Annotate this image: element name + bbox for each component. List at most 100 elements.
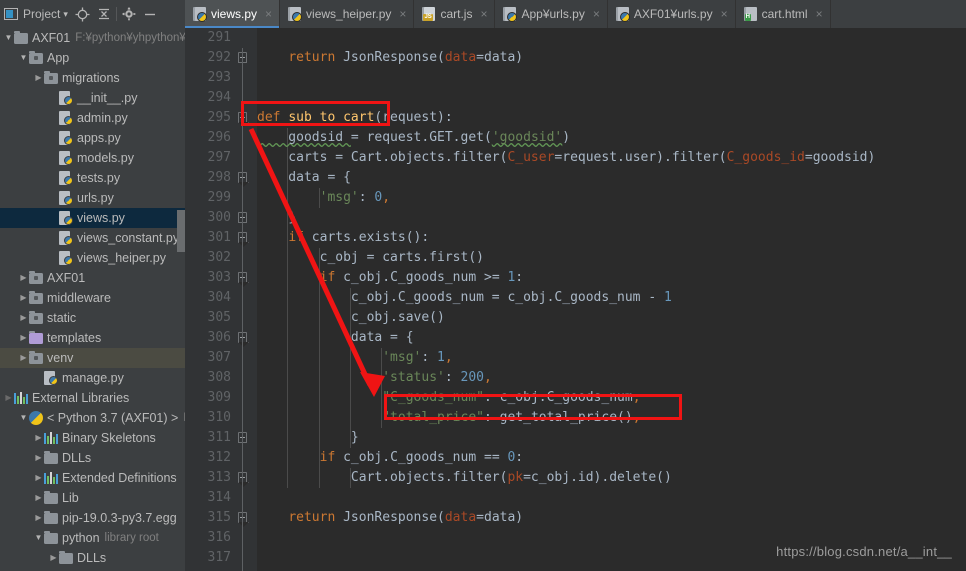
code-line[interactable]: 311 } bbox=[208, 428, 966, 448]
chevron-down-icon[interactable]: ▼ bbox=[18, 54, 29, 62]
chevron-right-icon[interactable]: ▶ bbox=[33, 474, 44, 482]
code-line[interactable]: 310 "total_price": get_total_price(), bbox=[208, 408, 966, 428]
tree-item-dlls[interactable]: ▶ DLLs bbox=[0, 548, 185, 568]
tree-item--python-3-7-axf01-[interactable]: ▼< Python 3.7 (AXF01) >F:¥ bbox=[0, 408, 185, 428]
collapse-all-icon[interactable] bbox=[97, 7, 111, 21]
tree-item-external-libraries[interactable]: ▶ External Libraries bbox=[0, 388, 185, 408]
tree-item-admin-py[interactable]: admin.py bbox=[0, 108, 185, 128]
tree-item-urls-py[interactable]: urls.py bbox=[0, 188, 185, 208]
chevron-down-icon[interactable]: ▼ bbox=[18, 414, 29, 422]
locate-target-icon[interactable] bbox=[75, 7, 90, 22]
code-line[interactable]: 295 def sub_to_cart(request): bbox=[208, 108, 966, 128]
tree-item-middleware[interactable]: ▶ middleware bbox=[0, 288, 185, 308]
tree-item-axf01[interactable]: ▼ AXF01 F:¥python¥yhpython¥ bbox=[0, 28, 185, 48]
hide-panel-icon[interactable] bbox=[143, 7, 157, 21]
tree-item-manage-py[interactable]: manage.py bbox=[0, 368, 185, 388]
chevron-right-icon[interactable]: ▶ bbox=[33, 494, 44, 502]
chevron-right-icon[interactable]: ▶ bbox=[18, 354, 29, 362]
tree-item-tests-py[interactable]: tests.py bbox=[0, 168, 185, 188]
tree-item-label: Binary Skeletons bbox=[62, 431, 156, 445]
close-icon[interactable]: × bbox=[816, 8, 823, 20]
tree-item-label: static bbox=[47, 311, 77, 325]
code-line[interactable]: 301 if carts.exists(): bbox=[208, 228, 966, 248]
code-line[interactable]: 293 bbox=[208, 68, 966, 88]
code-line[interactable]: 309 "C_goods_num": c_obj.C_goods_num, bbox=[208, 388, 966, 408]
chevron-right-icon[interactable]: ▶ bbox=[48, 554, 59, 562]
chevron-down-icon[interactable]: ▼ bbox=[3, 34, 14, 42]
chevron-right-icon[interactable]: ▶ bbox=[33, 434, 44, 442]
tree-item-views-heiper-py[interactable]: views_heiper.py bbox=[0, 248, 185, 268]
tree-item-static[interactable]: ▶ static bbox=[0, 308, 185, 328]
code-line[interactable]: 299 'msg': 0, bbox=[208, 188, 966, 208]
code-line[interactable]: 291 bbox=[208, 28, 966, 48]
code-line[interactable]: 305 c_obj.save() bbox=[208, 308, 966, 328]
editor-tab-views-heiper-py[interactable]: views_heiper.py × bbox=[280, 0, 415, 28]
code-line[interactable]: 314 bbox=[208, 488, 966, 508]
code-line[interactable]: 296 goodsid = request.GET.get('goodsid') bbox=[208, 128, 966, 148]
tree-item-venv[interactable]: ▶ venv bbox=[0, 348, 185, 368]
line-number: 292 bbox=[207, 50, 231, 65]
editor-tab-cart-js[interactable]: JS cart.js × bbox=[414, 0, 496, 28]
project-tree[interactable]: ▼ AXF01 F:¥python¥yhpython¥ ▼ App ▶ migrations… bbox=[0, 28, 185, 571]
tree-item-templates[interactable]: ▶ templates bbox=[0, 328, 185, 348]
chevron-down-icon[interactable]: ▼ bbox=[33, 534, 44, 542]
editor-tab-cart-html[interactable]: Hcart.html × bbox=[736, 0, 831, 28]
chevron-right-icon[interactable]: ▶ bbox=[18, 334, 29, 342]
code-line[interactable]: 300 } bbox=[208, 208, 966, 228]
tree-item-axf01[interactable]: ▶ AXF01 bbox=[0, 268, 185, 288]
tree-item-views-constant-py[interactable]: views_constant.py bbox=[0, 228, 185, 248]
chevron-right-icon[interactable]: ▶ bbox=[33, 74, 44, 82]
code-line[interactable]: 313 Cart.objects.filter(pk=c_obj.id).del… bbox=[208, 468, 966, 488]
code-folding-column[interactable] bbox=[233, 28, 257, 571]
close-icon[interactable]: × bbox=[480, 8, 487, 20]
chevron-right-icon[interactable]: ▶ bbox=[18, 294, 29, 302]
editor-tab-axf01-urls-py[interactable]: AXF01¥urls.py × bbox=[608, 0, 736, 28]
code-text-area[interactable]: 291 292 return JsonResponse(data=data) 293… bbox=[208, 28, 966, 571]
tree-item-apps-py[interactable]: apps.py bbox=[0, 128, 185, 148]
tree-item-migrations[interactable]: ▶ migrations bbox=[0, 68, 185, 88]
tree-item-views-py[interactable]: views.py bbox=[0, 208, 185, 228]
tree-item-pip-19-0-3-py3-7-egg[interactable]: ▶ pip-19.0.3-py3.7.egg bbox=[0, 508, 185, 528]
code-line[interactable]: 298 data = { bbox=[208, 168, 966, 188]
editor-tab-views-py[interactable]: views.py × bbox=[185, 0, 281, 28]
settings-gear-icon[interactable] bbox=[122, 7, 136, 21]
chevron-down-icon[interactable]: ▾ bbox=[63, 9, 68, 20]
chevron-right-icon[interactable]: ▶ bbox=[18, 274, 29, 282]
close-icon[interactable]: × bbox=[721, 8, 728, 20]
code-line[interactable]: 306 data = { bbox=[208, 328, 966, 348]
tree-item-models-py[interactable]: models.py bbox=[0, 148, 185, 168]
tree-item-lib[interactable]: ▶ Lib bbox=[0, 488, 185, 508]
code-line[interactable]: 302 c_obj = carts.first() bbox=[208, 248, 966, 268]
tree-item-python[interactable]: ▼ python library root bbox=[0, 528, 185, 548]
project-panel-label[interactable]: Project bbox=[23, 7, 60, 21]
code-line[interactable]: 312 if c_obj.C_goods_num == 0: bbox=[208, 448, 966, 468]
chevron-right-icon[interactable]: ▶ bbox=[3, 394, 14, 402]
code-line[interactable]: 303 if c_obj.C_goods_num >= 1: bbox=[208, 268, 966, 288]
code-line[interactable]: 294 bbox=[208, 88, 966, 108]
fold-region-line bbox=[242, 68, 243, 88]
chevron-right-icon[interactable]: ▶ bbox=[33, 514, 44, 522]
line-number: 305 bbox=[207, 310, 231, 325]
chevron-right-icon[interactable]: ▶ bbox=[33, 454, 44, 462]
code-editor[interactable]: 291 292 return JsonResponse(data=data) 293… bbox=[185, 28, 966, 571]
tree-item-dlls[interactable]: ▶ DLLs bbox=[0, 448, 185, 468]
code-line[interactable]: 297 carts = Cart.objects.filter(C_user=r… bbox=[208, 148, 966, 168]
code-line[interactable]: 315 return JsonResponse(data=data) bbox=[208, 508, 966, 528]
code-line[interactable]: 307 'msg': 1, bbox=[208, 348, 966, 368]
tree-item--init-py[interactable]: __init__.py bbox=[0, 88, 185, 108]
tree-item-extended-definitions[interactable]: ▶ Extended Definitions bbox=[0, 468, 185, 488]
project-tree-scrollbar[interactable] bbox=[177, 210, 185, 252]
code-line[interactable]: 292 return JsonResponse(data=data) bbox=[208, 48, 966, 68]
tree-item-app[interactable]: ▼ App bbox=[0, 48, 185, 68]
fold-region-line bbox=[242, 428, 243, 448]
editor-tab-app-urls-py[interactable]: App¥urls.py × bbox=[495, 0, 608, 28]
chevron-right-icon[interactable]: ▶ bbox=[18, 314, 29, 322]
close-icon[interactable]: × bbox=[399, 8, 406, 20]
close-icon[interactable]: × bbox=[265, 8, 272, 20]
close-icon[interactable]: × bbox=[593, 8, 600, 20]
code-line[interactable]: 308 'status': 200, bbox=[208, 368, 966, 388]
tree-item-label: apps.py bbox=[77, 131, 121, 145]
project-panel-icon[interactable] bbox=[4, 8, 18, 20]
tree-item-binary-skeletons[interactable]: ▶ Binary Skeletons bbox=[0, 428, 185, 448]
code-line[interactable]: 304 c_obj.C_goods_num = c_obj.C_goods_nu… bbox=[208, 288, 966, 308]
